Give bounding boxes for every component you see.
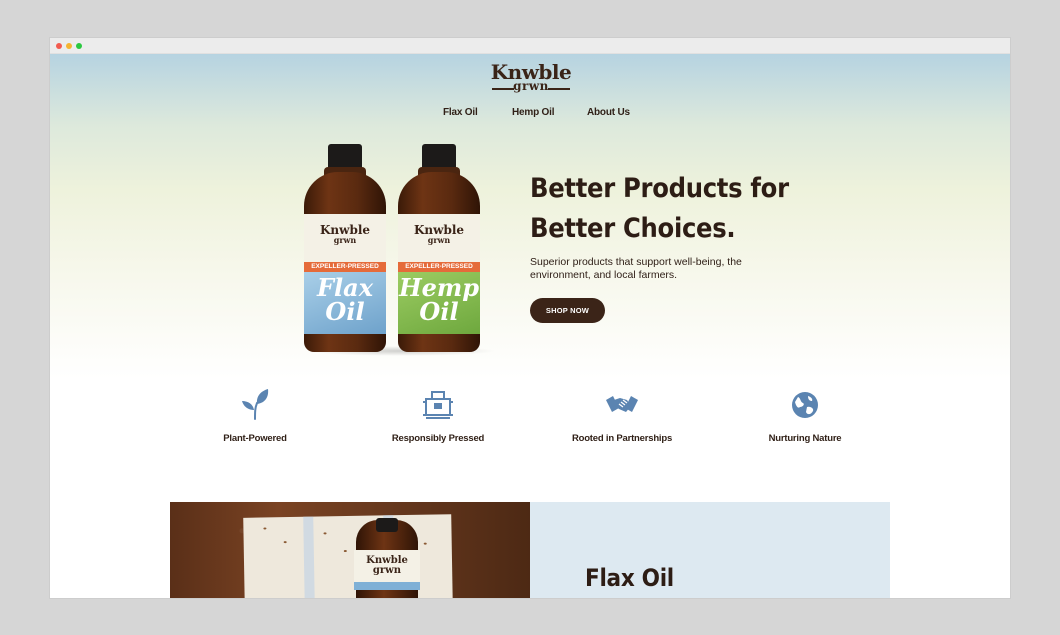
label-brand-line2: grwn (427, 235, 451, 245)
browser-window: Knwble grwn Flax Oil Hemp Oil About Us K… (50, 38, 1010, 598)
feature-label: Plant-Powered (223, 433, 287, 444)
minimize-window-button[interactable] (66, 43, 72, 49)
hero-subtext: Superior products that support well-bein… (530, 256, 742, 281)
flax-oil-product-photo: Knwble grwn (170, 502, 530, 598)
paper-stripe (303, 516, 315, 598)
label-brand: Knwble grwn (304, 214, 386, 266)
hero-section: Knwble grwn Flax Oil Hemp Oil About Us K… (50, 54, 1010, 379)
feature-label: Responsibly Pressed (391, 433, 485, 444)
hero-headline-line1: Better Products for (530, 173, 789, 204)
flax-seed (343, 550, 347, 553)
label-brand-line1: Knwble (413, 223, 465, 237)
press-icon (423, 391, 453, 419)
leaf-icon (242, 389, 269, 420)
photo-bottle: Knwble grwn (354, 518, 420, 598)
flax-seed (263, 527, 267, 530)
flax-oil-bottle: Knwble grwn EXPELLER-PRESSED Flax Oil (302, 144, 388, 354)
bottle-label: Knwble grwn EXPELLER-PRESSED Hemp Oil (398, 214, 480, 334)
bottle-cap (328, 144, 362, 169)
nav-link-hemp-oil[interactable]: Hemp Oil (512, 107, 554, 118)
label-product-line2: Oil (419, 297, 459, 326)
label-brand-line2: grwn (333, 235, 357, 245)
label-brand-line1: Knwble (319, 223, 371, 237)
hero-product-image: Knwble grwn EXPELLER-PRESSED Flax Oil Kn… (298, 144, 508, 359)
feature-label: Rooted in Partnerships (571, 433, 673, 444)
feature-label: Nurturing Nature (768, 433, 842, 444)
label-product-line2: Oil (325, 297, 365, 326)
nav-link-about-us[interactable]: About Us (587, 107, 630, 118)
label-band: EXPELLER-PRESSED (304, 262, 386, 272)
hemp-oil-bottle: Knwble grwn EXPELLER-PRESSED Hemp Oil (396, 144, 482, 354)
globe-icon (792, 392, 818, 418)
bottle-label: Knwble grwn EXPELLER-PRESSED Flax Oil (304, 214, 386, 334)
logo-wing-right (548, 88, 570, 90)
maximize-window-button[interactable] (76, 43, 82, 49)
flax-seed (283, 541, 287, 544)
hero-headline-line2: Better Choices. (530, 213, 736, 244)
label-product-name: Hemp Oil (398, 272, 480, 334)
photo-bottle-cap (376, 518, 398, 532)
feature-responsibly-pressed: Responsibly Pressed (368, 388, 508, 444)
photo-bottle-label: Knwble grwn (354, 550, 420, 590)
feature-plant-powered: Plant-Powered (185, 388, 325, 444)
label-brand: Knwble grwn (398, 214, 480, 266)
flax-seed (423, 542, 427, 545)
flax-seed (323, 532, 327, 535)
flax-oil-panel: Flax Oil (530, 502, 890, 598)
nav-link-flax-oil[interactable]: Flax Oil (443, 107, 478, 118)
brand-logo[interactable]: Knwble grwn (488, 62, 574, 96)
hero-headline: Better Products for Better Choices. (530, 169, 790, 249)
photo-label-blue-band (354, 582, 420, 590)
label-product-name: Flax Oil (304, 272, 386, 334)
browser-titlebar (50, 38, 1010, 54)
photo-paper (243, 514, 453, 598)
close-window-button[interactable] (56, 43, 62, 49)
flax-oil-heading: Flax Oil (585, 564, 674, 592)
handshake-icon (606, 396, 638, 412)
page-content: Knwble grwn Flax Oil Hemp Oil About Us K… (50, 54, 1010, 598)
feature-rooted-in-partnerships: Rooted in Partnerships (552, 388, 692, 444)
shop-now-button[interactable]: SHOP NOW (530, 298, 605, 323)
label-band: EXPELLER-PRESSED (398, 262, 480, 272)
feature-nurturing-nature: Nurturing Nature (735, 388, 875, 444)
bottle-cap (422, 144, 456, 169)
logo-wing-left (492, 88, 514, 90)
photo-label-line2: grwn (372, 565, 402, 576)
